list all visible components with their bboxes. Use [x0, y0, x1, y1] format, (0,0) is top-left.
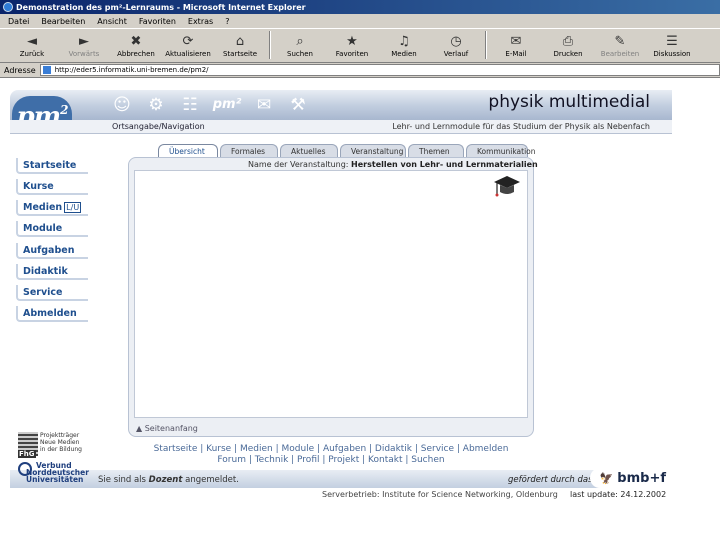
sidebar-item-didaktik[interactable]: Didaktik	[16, 264, 88, 280]
browser-toolbar: ◄ Zurück ► Vorwärts ✖ Abbrechen ⟳ Aktualisie…	[0, 29, 720, 63]
event-name: Herstellen von Lehr- und Lernmaterialien	[351, 160, 538, 169]
event-prefix: Name der Veranstaltung:	[248, 160, 349, 169]
window-title: Demonstration des pm²-Lernraums - Micros…	[16, 2, 306, 12]
gears-icon[interactable]: ⚙	[144, 95, 168, 115]
address-input[interactable]: http://eder5.informatik.uni-bremen.de/pm…	[39, 64, 720, 76]
back-button[interactable]: ◄ Zurück	[6, 29, 58, 61]
login-status: Sie sind als Dozent angemeldet.	[98, 475, 239, 485]
sidebar-item-startseite[interactable]: Startseite	[16, 158, 88, 174]
home-button[interactable]: ⌂ Startseite	[214, 29, 266, 61]
site-subtitle: Lehr- und Lernmodule für das Studium der…	[392, 122, 650, 131]
sponsor-text: gefördert durch das	[508, 475, 593, 485]
brand-title: physik multimedial	[488, 92, 650, 112]
back-arrow-icon: ◄	[27, 34, 37, 49]
tab-veranstaltung[interactable]: Veranstaltung	[340, 144, 406, 157]
content-area	[134, 170, 528, 418]
forward-button[interactable]: ► Vorwärts	[58, 29, 110, 61]
last-update: last update: 24.12.2002	[570, 490, 667, 499]
mail-icon[interactable]: ✉	[252, 95, 276, 115]
media-button[interactable]: ♫ Medien	[378, 29, 430, 61]
tools-icon[interactable]: ⚒	[286, 95, 310, 115]
sidebar-item-module[interactable]: Module	[16, 221, 88, 237]
menu-item-favorites[interactable]: Favoriten	[139, 17, 176, 26]
media-icon: ♫	[398, 34, 410, 49]
address-label: Adresse	[4, 65, 36, 75]
pm2-small-logo-icon[interactable]: pm²	[212, 95, 242, 115]
menu-item-help[interactable]: ?	[225, 17, 229, 26]
menu-item-tools[interactable]: Extras	[188, 17, 213, 26]
fhg-logo: Projektträger Neue Medien in der Bildung…	[18, 432, 90, 458]
page-icon	[42, 66, 51, 74]
menu-item-view[interactable]: Ansicht	[97, 17, 127, 26]
printer-icon: ⎙	[562, 34, 574, 49]
footer-links-row2[interactable]: Forum | Technik | Profil | Projekt | Kon…	[128, 455, 534, 466]
event-title: Name der Veranstaltung: Herstellen von L…	[248, 160, 538, 169]
history-icon: ◷	[450, 34, 462, 49]
sidebar-item-abmelden[interactable]: Abmelden	[16, 306, 88, 322]
tab-themen[interactable]: Themen	[408, 144, 464, 157]
home-icon: ⌂	[235, 34, 245, 49]
discuss-icon: ☰	[666, 34, 678, 49]
edit-button[interactable]: ✎ Bearbeiten	[594, 29, 646, 61]
refresh-icon: ⟳	[182, 34, 194, 49]
users-icon[interactable]: ☺	[110, 95, 134, 115]
bmbf-text: bmb+f	[617, 470, 666, 486]
address-bar: Adresse http://eder5.informatik.uni-brem…	[0, 63, 720, 78]
tab-kommunikation[interactable]: Kommunikation	[466, 144, 536, 157]
favorites-button[interactable]: ★ Favoriten	[326, 29, 378, 61]
footer-links-row1[interactable]: Startseite | Kurse | Medien | Module | A…	[128, 444, 534, 455]
list-icon[interactable]: ☷	[178, 95, 202, 115]
toolbar-separator	[485, 31, 487, 59]
forward-arrow-icon: ►	[79, 34, 89, 49]
toolbar-separator	[269, 31, 271, 59]
sidebar-item-kurse[interactable]: Kurse	[16, 179, 88, 195]
ie-logo-icon	[3, 2, 13, 12]
window-titlebar: Demonstration des pm²-Lernraums - Micros…	[0, 0, 720, 14]
stop-icon: ✖	[130, 34, 142, 49]
location-label: Ortsangabe/Navigation	[112, 122, 205, 131]
back-to-top-link[interactable]: ▲ Seitenanfang	[136, 424, 198, 433]
discuss-button[interactable]: ☰ Diskussion	[646, 29, 698, 61]
edit-icon: ✎	[614, 34, 626, 49]
menu-item-file[interactable]: Datei	[8, 17, 29, 26]
stop-button[interactable]: ✖ Abbrechen	[110, 29, 162, 61]
sidebar-item-medien[interactable]: Medien L/U	[16, 200, 88, 216]
medien-tag: L/U	[64, 201, 82, 213]
tab-uebersicht[interactable]: Übersicht	[158, 144, 218, 157]
graduation-cap-icon	[494, 176, 520, 197]
search-button[interactable]: ⌕ Suchen	[274, 29, 326, 61]
star-icon: ★	[346, 34, 358, 49]
fhg-text: Projektträger Neue Medien in der Bildung	[40, 432, 82, 453]
header-icon-bar: ☺ ⚙ ☷ pm² ✉ ⚒	[110, 94, 310, 116]
verbund-logo: Verbund Norddeutscher Universitäten	[18, 462, 98, 484]
address-url: http://eder5.informatik.uni-bremen.de/pm…	[54, 66, 209, 74]
footer-links: Startseite | Kurse | Medien | Module | A…	[128, 444, 534, 466]
email-button[interactable]: ✉ E-Mail	[490, 29, 542, 61]
menubar: Datei Bearbeiten Ansicht Favoriten Extra…	[0, 14, 720, 29]
sidebar-item-service[interactable]: Service	[16, 285, 88, 301]
menu-item-edit[interactable]: Bearbeiten	[41, 17, 85, 26]
refresh-button[interactable]: ⟳ Aktualisieren	[162, 29, 214, 61]
login-role: Dozent	[148, 475, 183, 485]
sidebar-item-aufgaben[interactable]: Aufgaben	[16, 243, 88, 259]
bmbf-logo[interactable]: 🦅 bmb+f	[590, 468, 672, 488]
eagle-icon: 🦅	[599, 471, 614, 485]
search-icon: ⌕	[296, 34, 304, 49]
server-info: Serverbetrieb: Institute for Science Net…	[322, 490, 558, 499]
fhg-short: FhG	[18, 450, 36, 458]
tab-aktuelles[interactable]: Aktuelles	[280, 144, 338, 157]
tab-bar: Übersicht Formales Aktuelles Veranstaltu…	[158, 144, 536, 158]
history-button[interactable]: ◷ Verlauf	[430, 29, 482, 61]
mail-icon: ✉	[510, 34, 522, 49]
print-button[interactable]: ⎙ Drucken	[542, 29, 594, 61]
tab-formales[interactable]: Formales	[220, 144, 278, 157]
verbund-text: Verbund Norddeutscher Universitäten	[26, 461, 89, 484]
